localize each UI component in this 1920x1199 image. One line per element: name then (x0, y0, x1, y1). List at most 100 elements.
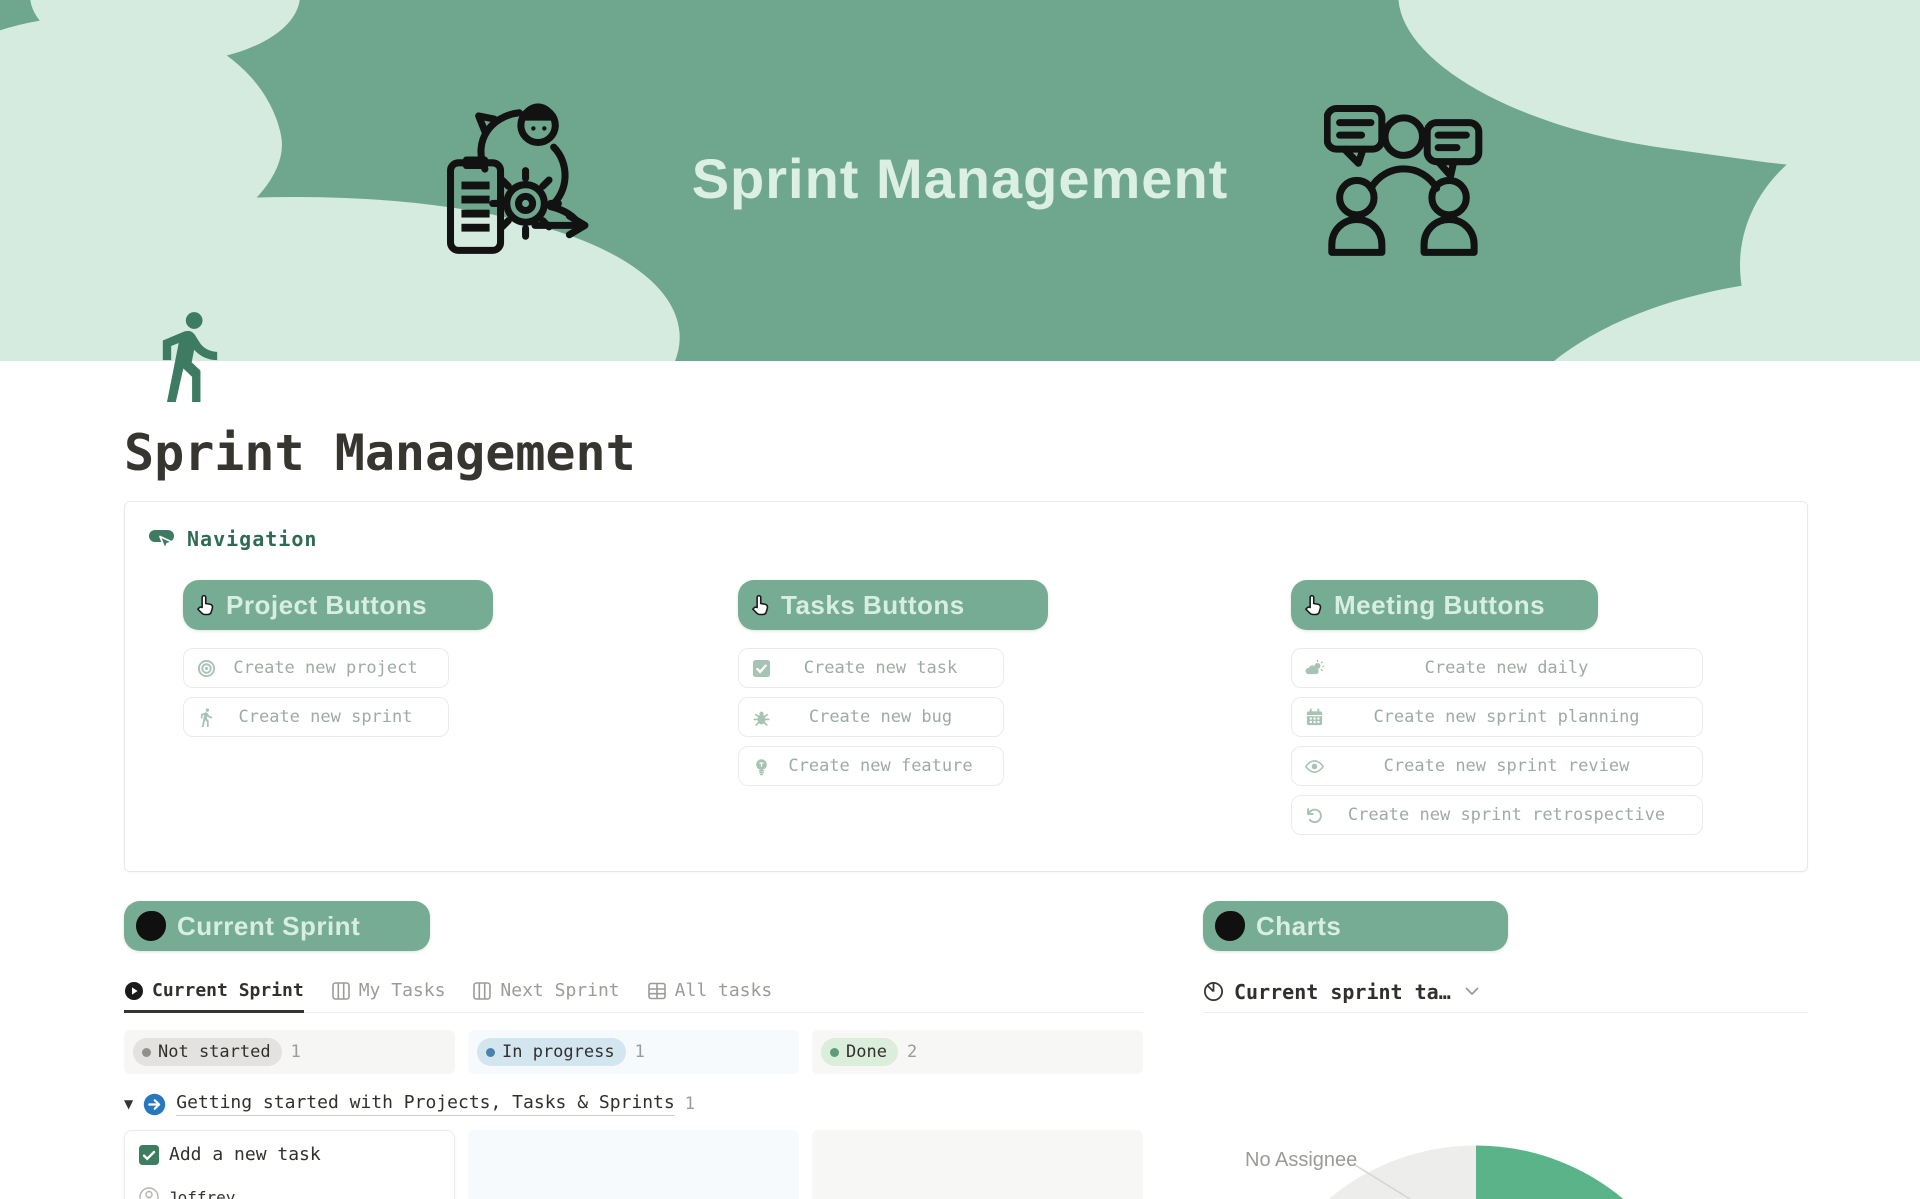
tab-my-tasks[interactable]: My Tasks (331, 980, 446, 1012)
column-count: 1 (291, 1042, 301, 1062)
project-buttons-column: Project Buttons Create new project (183, 580, 493, 835)
chevron-down-icon (1465, 987, 1479, 996)
arrow-circle-icon (143, 1093, 166, 1116)
task-card[interactable]: Add a new task Joffrey (124, 1130, 455, 1199)
charts-header[interactable]: Charts (1203, 901, 1508, 951)
calendar-icon (1305, 708, 1324, 727)
button-label: Create new sprint (216, 707, 435, 727)
status-label: Done (846, 1042, 887, 1062)
column-header-not-started: Not started 1 (124, 1030, 455, 1074)
tab-all-tasks[interactable]: All tasks (647, 980, 773, 1012)
create-new-project-button[interactable]: Create new project (183, 648, 449, 688)
page-title: Sprint Management (124, 425, 1808, 481)
bug-icon (752, 708, 771, 727)
column-header-done: Done 2 (812, 1030, 1143, 1074)
button-label: Create new sprint planning (1324, 707, 1689, 727)
done-column-area[interactable] (812, 1130, 1143, 1199)
view-tabs: Current Sprint My Tasks Next Sprint (124, 971, 1144, 1013)
create-new-daily-button[interactable]: Create new daily (1291, 648, 1703, 688)
current-sprint-section: Current Sprint Current Sprint My Tasks (124, 901, 1144, 1199)
status-label: In progress (502, 1042, 615, 1062)
create-new-sprint-button[interactable]: Create new sprint (183, 697, 449, 737)
create-new-feature-button[interactable]: Create new feature (738, 746, 1004, 786)
project-buttons-title: Project Buttons (226, 590, 427, 621)
charts-title: Charts (1256, 911, 1341, 942)
tab-label: Next Sprint (500, 980, 619, 1001)
undo-icon (1305, 806, 1324, 825)
chart-segment-label: No Assignee (1245, 1149, 1357, 1171)
button-label: Create new task (771, 658, 990, 678)
person-avatar-icon (139, 1187, 159, 1199)
button-label: Create new daily (1324, 658, 1689, 678)
create-new-sprint-planning-button[interactable]: Create new sprint planning (1291, 697, 1703, 737)
sprint-group-count: 1 (685, 1094, 695, 1114)
meeting-buttons-title: Meeting Buttons (1334, 590, 1545, 621)
current-sprint-header[interactable]: Current Sprint (124, 901, 430, 951)
meeting-buttons-header[interactable]: Meeting Buttons (1291, 580, 1598, 630)
navigation-heading-label: Navigation (187, 526, 317, 552)
black-circle-icon (136, 911, 166, 941)
board-icon (331, 981, 351, 1001)
hand-pointer-icon (192, 592, 219, 619)
create-new-task-button[interactable]: Create new task (738, 648, 1004, 688)
chart-view-label: Current sprint ta… (1234, 980, 1451, 1004)
checkbox-icon (752, 659, 771, 678)
status-pill-done[interactable]: Done (821, 1038, 898, 1066)
in-progress-column-area[interactable] (468, 1130, 799, 1199)
status-pill-not-started[interactable]: Not started (133, 1038, 282, 1066)
tab-next-sprint[interactable]: Next Sprint (472, 980, 619, 1012)
sprint-group-title[interactable]: Getting started with Projects, Tasks & S… (176, 1092, 675, 1116)
collapse-toggle-icon[interactable]: ▼ (124, 1097, 133, 1111)
tasks-buttons-column: Tasks Buttons Create new task (738, 580, 1048, 835)
navigation-card: Navigation Project Buttons (124, 501, 1808, 872)
navigation-heading: Navigation (148, 526, 1807, 552)
button-label: Create new bug (771, 707, 990, 727)
tasks-buttons-title: Tasks Buttons (781, 590, 965, 621)
runner-page-icon[interactable] (146, 310, 234, 402)
column-count: 1 (635, 1042, 645, 1062)
create-new-bug-button[interactable]: Create new bug (738, 697, 1004, 737)
button-label: Create new project (216, 658, 435, 678)
tab-label: All tasks (675, 980, 773, 1001)
status-dot (142, 1048, 151, 1057)
task-title: Add a new task (169, 1144, 321, 1165)
target-icon (197, 659, 216, 678)
sprint-group-row: ▼ Getting started with Projects, Tasks &… (124, 1090, 1144, 1118)
runner-icon (197, 708, 216, 727)
button-label: Create new sprint review (1324, 756, 1689, 776)
tasks-buttons-header[interactable]: Tasks Buttons (738, 580, 1048, 630)
tab-current-sprint[interactable]: Current Sprint (124, 980, 304, 1013)
hand-pointer-icon (747, 592, 774, 619)
tab-label: My Tasks (359, 980, 446, 1001)
bulb-icon (752, 757, 771, 776)
sprint-cycle-icon (438, 90, 610, 270)
project-buttons-header[interactable]: Project Buttons (183, 580, 493, 630)
charts-section: Charts Current sprint ta… (1203, 901, 1808, 1199)
board-column-headers: Not started 1 In progress 1 Done (124, 1030, 1144, 1074)
board-cards-row: Add a new task Joffrey (124, 1130, 1144, 1199)
create-new-sprint-retrospective-button[interactable]: Create new sprint retrospective (1291, 795, 1703, 835)
status-pill-in-progress[interactable]: In progress (477, 1038, 626, 1066)
board-icon (472, 981, 492, 1001)
navigation-groups: Project Buttons Create new project (125, 580, 1807, 835)
chart-view-selector[interactable]: Current sprint ta… (1203, 971, 1808, 1013)
eye-icon (1305, 757, 1324, 776)
banner-title: Sprint Management (692, 146, 1229, 211)
play-circle-icon (124, 981, 144, 1001)
create-new-sprint-review-button[interactable]: Create new sprint review (1291, 746, 1703, 786)
status-label: Not started (158, 1042, 271, 1062)
column-header-in-progress: In progress 1 (468, 1030, 799, 1074)
meeting-people-icon (1324, 98, 1496, 266)
cover-banner: Sprint Management (0, 0, 1920, 361)
tab-label: Current Sprint (152, 980, 304, 1001)
pie-chart-icon (1203, 981, 1224, 1002)
assignee-donut-chart: No Assignee (1203, 1013, 1808, 1199)
checked-checkbox-icon[interactable] (139, 1145, 159, 1165)
button-label: Create new sprint retrospective (1324, 805, 1689, 825)
status-dot (486, 1048, 495, 1057)
meeting-buttons-column: Meeting Buttons Create new daily (1291, 580, 1703, 835)
donut-segment-green (1476, 1173, 1678, 1199)
status-dot (830, 1048, 839, 1057)
current-sprint-title: Current Sprint (177, 911, 360, 942)
assignee-name: Joffrey (168, 1188, 235, 1199)
